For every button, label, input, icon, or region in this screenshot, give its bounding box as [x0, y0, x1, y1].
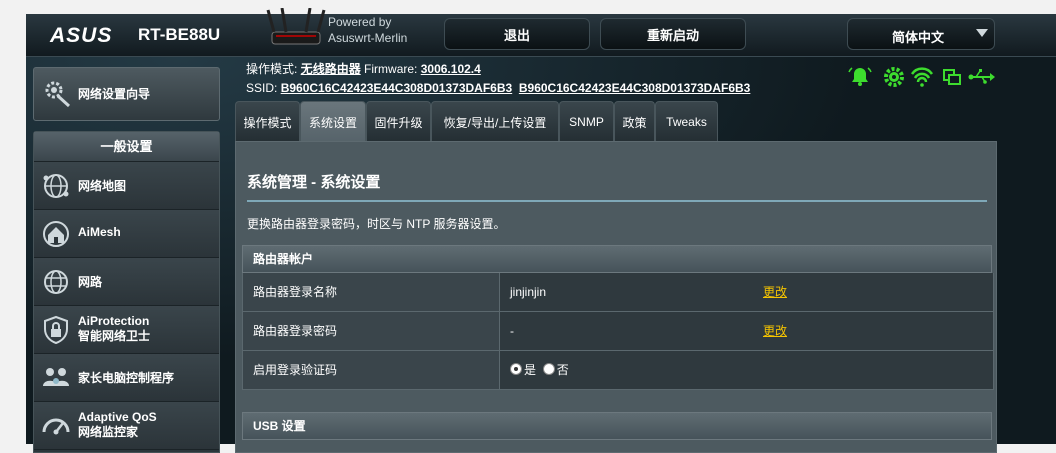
language-label: 简体中文: [892, 30, 945, 45]
powered-by-text: Powered by Asuswrt-Merlin: [328, 14, 407, 46]
sidebar-item-aimesh[interactable]: AiMesh: [34, 210, 219, 258]
quick-setup-button[interactable]: 网络设置向导: [33, 67, 220, 121]
sidebar-item-aiprotection[interactable]: AiProtection 智能网络卫士: [34, 306, 219, 354]
qos-title: Adaptive QoS: [78, 410, 157, 424]
gear-wand-icon: [45, 81, 71, 108]
reboot-button[interactable]: 重新启动: [600, 18, 746, 50]
login-name-label: 路由器登录名称: [243, 273, 500, 311]
router-admin-window: ASUS RT-BE88U Powered by Asuswrt-Merlin …: [26, 8, 1056, 453]
captcha-no-radio[interactable]: [542, 363, 555, 375]
page-title: 系统管理 - 系统设置: [247, 174, 381, 191]
table-row: 启用登录验证码 是 否: [242, 351, 994, 390]
sidebar-item-label: AiProtection 智能网络卫士: [78, 314, 150, 344]
router-account-section-header: 路由器帐户: [242, 245, 992, 273]
operation-mode-line: 操作模式: 无线路由器 Firmware: 3006.102.4: [246, 60, 750, 79]
sidebar-item-label: Adaptive QoS 网络监控家: [78, 410, 157, 440]
sidebar: 一般设置 网络地图 AiMesh 网路 AiProtection 智能网络卫士 …: [33, 131, 220, 453]
globe-icon: [44, 270, 68, 294]
asus-logo: ASUS: [50, 24, 113, 47]
main-content: 系统管理 - 系统设置 更换路由器登录密码，时区与 NTP 服务器设置。 路由器…: [235, 141, 997, 453]
tab-operation-mode[interactable]: 操作模式: [235, 101, 300, 142]
sidebar-item-wan[interactable]: 网路: [34, 258, 219, 306]
login-name-cell: jinjinjin 更改: [500, 273, 993, 311]
language-select[interactable]: 简体中文: [847, 18, 995, 50]
mode-link[interactable]: 无线路由器: [301, 62, 361, 76]
tab-system[interactable]: 系统设置: [300, 101, 366, 142]
globe-network-icon: [43, 174, 69, 198]
logout-button[interactable]: 退出: [444, 18, 590, 50]
usb-section-header: USB 设置: [242, 412, 992, 440]
ssid-link-2[interactable]: B960C16C42423E44C308D01373DAF6B3: [519, 81, 751, 95]
tab-snmp[interactable]: SNMP: [559, 101, 614, 142]
login-password-cell: - 更改: [500, 312, 993, 350]
table-row: 路由器登录名称 jinjinjin 更改: [242, 273, 994, 312]
login-password-value: -: [510, 324, 514, 338]
devices-icon[interactable]: [943, 69, 961, 85]
tab-firmware-upgrade[interactable]: 固件升级: [366, 101, 431, 142]
tab-restore-save-upload[interactable]: 恢复/导出/上传设置: [431, 101, 559, 142]
table-row: 路由器登录密码 - 更改: [242, 312, 994, 351]
gauge-icon: [42, 418, 70, 435]
aiprotection-subtitle: 智能网络卫士: [78, 329, 151, 343]
shield-lock-icon: [44, 315, 68, 345]
title-divider: [247, 200, 987, 202]
login-name-value: jinjinjin: [510, 285, 547, 299]
login-password-label: 路由器登录密码: [243, 312, 500, 350]
ssid-label: SSID:: [246, 81, 278, 95]
sidebar-item-label: 家长电脑控制程序: [78, 371, 175, 385]
page-description: 更换路由器登录密码，时区与 NTP 服务器设置。: [247, 217, 506, 231]
powered-by-line2: Asuswrt-Merlin: [328, 31, 408, 45]
bell-icon[interactable]: [848, 67, 872, 86]
sidebar-item-label: AiMesh: [78, 225, 121, 239]
sidebar-item-adaptive-qos[interactable]: Adaptive QoS 网络监控家: [34, 402, 219, 450]
captcha-yes-radio[interactable]: [510, 363, 522, 375]
router-icon: [266, 8, 326, 45]
captcha-no-label: 否: [556, 363, 569, 377]
router-info: 操作模式: 无线路由器 Firmware: 3006.102.4 SSID: B…: [246, 60, 750, 98]
chevron-down-icon: [976, 29, 988, 37]
captcha-label: 启用登录验证码: [243, 351, 500, 389]
top-bar: ASUS RT-BE88U Powered by Asuswrt-Merlin …: [26, 8, 1056, 57]
captcha-options: 是 否: [510, 351, 569, 389]
aiprotection-title: AiProtection: [78, 314, 150, 328]
firmware-label: Firmware:: [364, 62, 418, 76]
change-login-password-link[interactable]: 更改: [763, 312, 787, 350]
firmware-link[interactable]: 3006.102.4: [421, 62, 481, 76]
sidebar-item-parental-controls[interactable]: 家长电脑控制程序: [34, 354, 219, 402]
quick-setup-label: 网络设置向导: [78, 87, 151, 101]
mode-label: 操作模式:: [246, 62, 298, 76]
sidebar-item-network-map[interactable]: 网络地图: [34, 162, 219, 210]
sidebar-item-label: 网络地图: [78, 179, 127, 193]
ssid-line: SSID: B960C16C42423E44C308D01373DAF6B3 B…: [246, 79, 750, 98]
powered-by-line1: Powered by: [328, 15, 392, 29]
tab-tweaks[interactable]: Tweaks: [655, 101, 718, 142]
family-icon: [43, 368, 69, 386]
sidebar-section-title: 一般设置: [34, 132, 219, 162]
usb-icon[interactable]: [968, 69, 996, 84]
qos-subtitle: 网络监控家: [78, 425, 139, 439]
settings-gear-icon[interactable]: [884, 67, 904, 87]
captcha-yes-label: 是: [524, 363, 537, 377]
change-login-name-link[interactable]: 更改: [763, 273, 787, 311]
sidebar-item-label: 网路: [78, 275, 103, 289]
mesh-house-icon: [43, 221, 69, 247]
status-icon-bar: [848, 67, 996, 87]
wifi-icon[interactable]: [910, 67, 934, 87]
tab-policy[interactable]: 政策: [614, 101, 655, 142]
captcha-cell: 是 否: [500, 351, 993, 389]
ssid-link-1[interactable]: B960C16C42423E44C308D01373DAF6B3: [281, 81, 513, 95]
model-name: RT-BE88U: [138, 25, 221, 44]
